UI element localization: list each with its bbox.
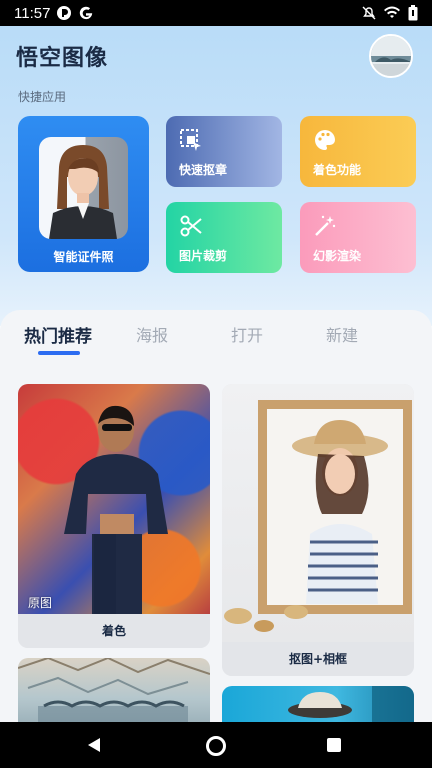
tab-open[interactable]: 打开: [231, 322, 263, 346]
tab-poster[interactable]: 海报: [136, 322, 168, 346]
colorize-label: 着色功能: [313, 163, 362, 177]
image-crop-button[interactable]: 图片裁剪: [166, 202, 282, 273]
tab-new[interactable]: 新建: [326, 322, 358, 346]
phantom-render-label: 幻影渲染: [313, 249, 362, 263]
colorize-sample-image: [18, 384, 210, 614]
wifi-icon: [384, 6, 400, 18]
user-avatar[interactable]: [369, 34, 413, 78]
scissors-icon: [180, 215, 202, 237]
back-icon[interactable]: [88, 738, 100, 752]
smart-id-photo-label: 智能证件照: [53, 250, 114, 264]
quick-apps-label: 快捷应用: [18, 90, 67, 104]
id-photo-preview: [39, 137, 128, 239]
active-tab-indicator: [38, 351, 80, 355]
smart-id-photo-card[interactable]: 智能证件照: [18, 116, 149, 272]
colorize-button[interactable]: 着色功能: [300, 116, 416, 187]
status-time: 11:57: [14, 4, 51, 22]
feed-card-cutout-frame[interactable]: 抠图+相框: [222, 384, 414, 676]
cutout-frame-sample-image: [222, 384, 414, 642]
quick-stamp-cutout-label: 快速抠章: [179, 163, 228, 177]
magic-wand-icon: [315, 215, 336, 236]
feed-card-cutout-frame-label: 抠图+相框: [222, 642, 414, 676]
app-title: 悟空图像: [16, 46, 109, 71]
woman-portrait-graphic: [64, 405, 168, 614]
battery-icon: [408, 5, 418, 21]
palette-icon: [315, 130, 335, 150]
home-icon[interactable]: [206, 736, 226, 756]
portrait-image: [49, 145, 117, 239]
phantom-render-button[interactable]: 幻影渲染: [300, 202, 416, 273]
system-navigation-bar: [0, 722, 432, 768]
mute-icon: [362, 6, 376, 20]
feed-card-colorize-label: 着色: [18, 614, 210, 648]
app-notification-icon: [57, 6, 72, 20]
google-icon: [80, 6, 93, 20]
select-region-icon: [180, 129, 201, 151]
quick-stamp-cutout-button[interactable]: 快速抠章: [166, 116, 282, 187]
feed-card-colorize[interactable]: 原图 着色: [18, 384, 210, 648]
status-bar: 11:57: [0, 0, 432, 26]
original-image-tag: 原图: [28, 596, 53, 610]
hat-woman-graphic: [224, 420, 388, 632]
tab-hot-recommend[interactable]: 热门推荐: [24, 322, 92, 347]
image-crop-label: 图片裁剪: [179, 249, 228, 263]
recent-apps-icon[interactable]: [327, 738, 341, 752]
